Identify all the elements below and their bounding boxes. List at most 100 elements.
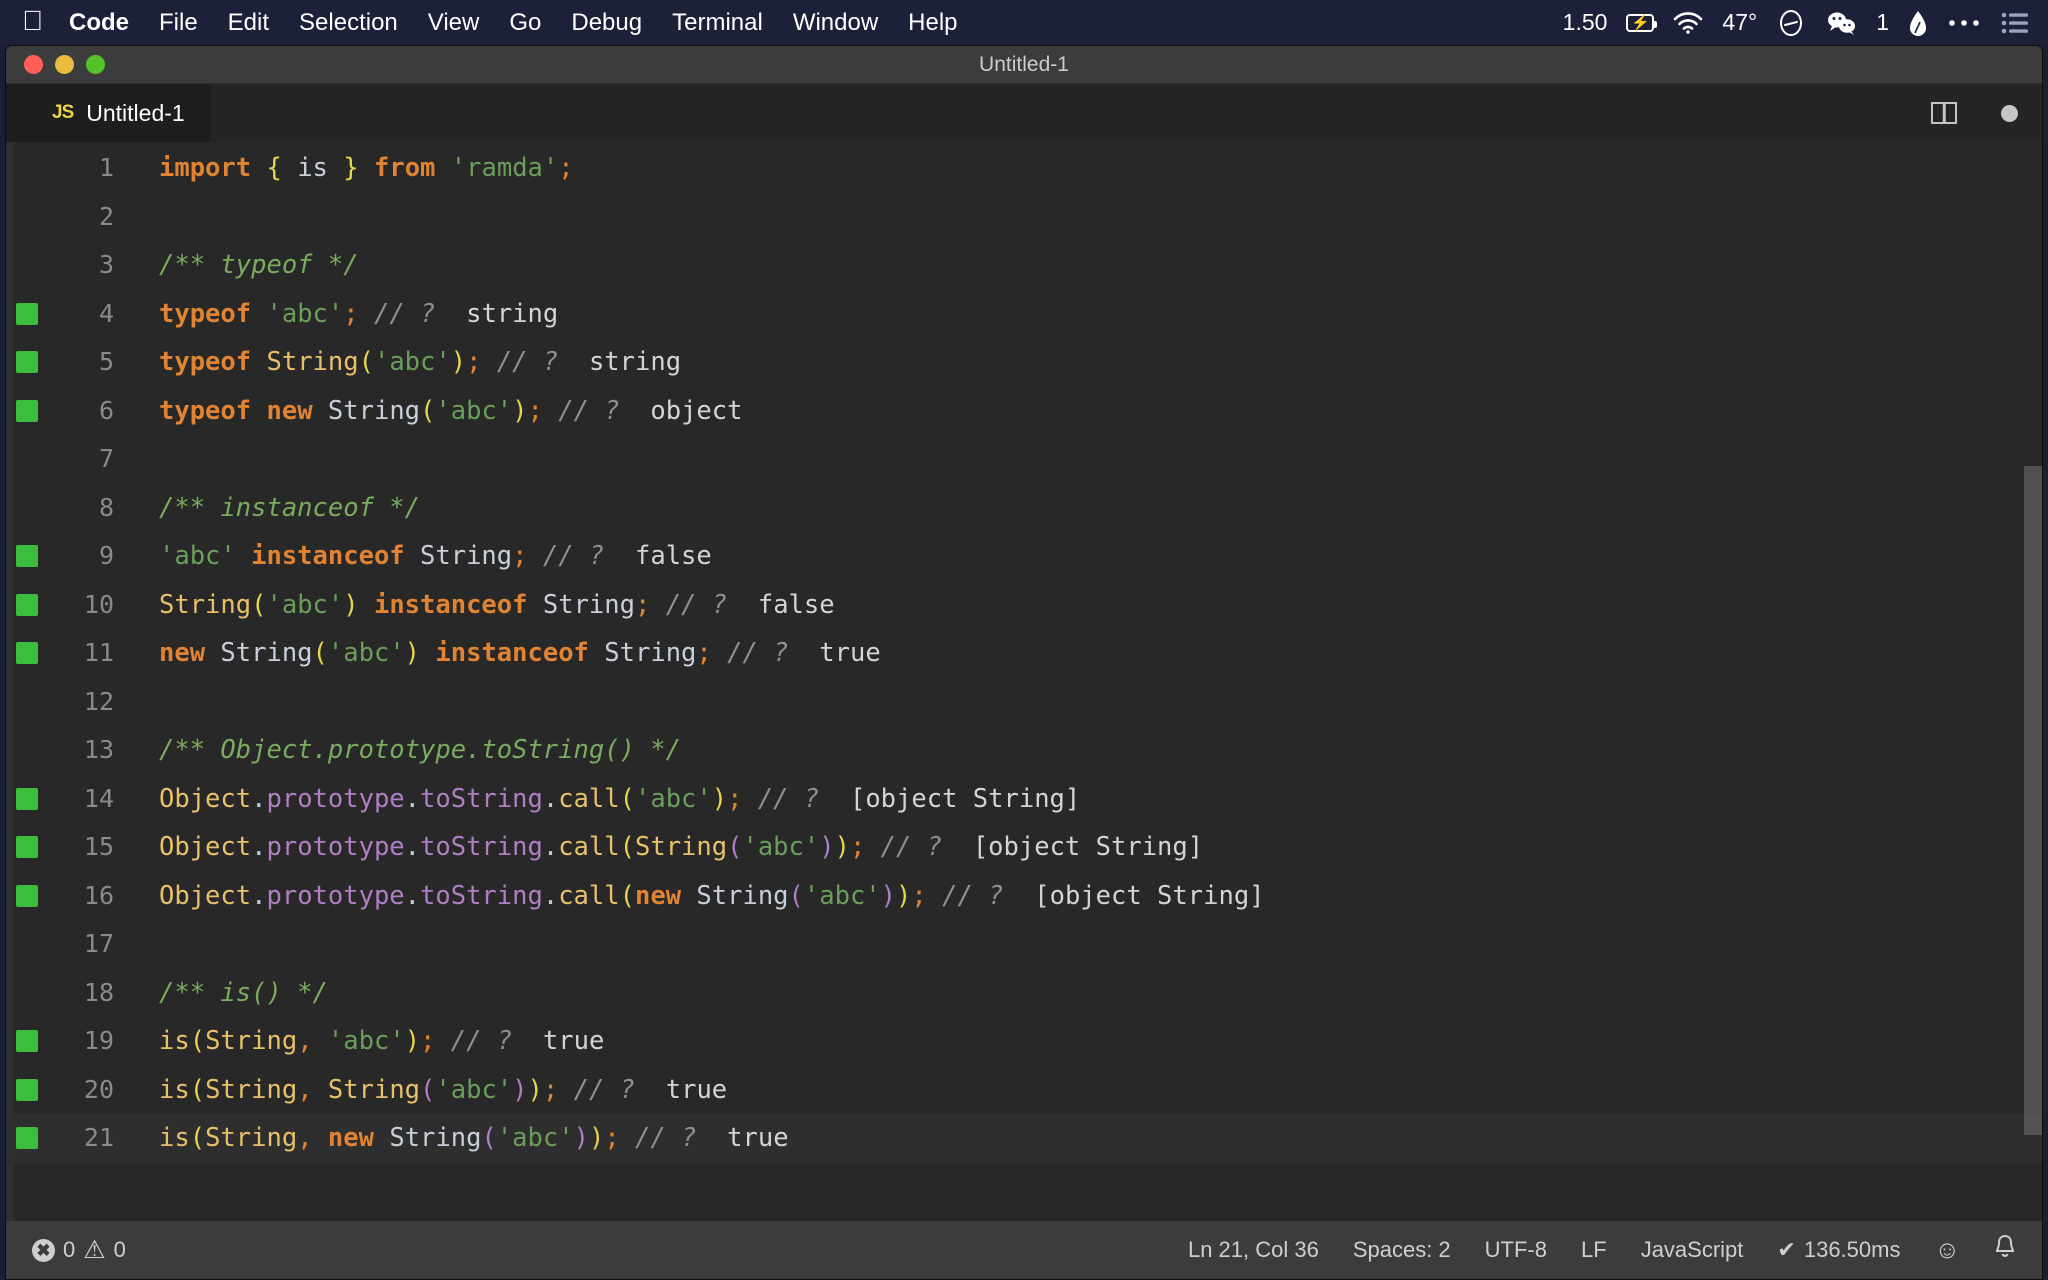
ellipsis-icon[interactable] [1947, 17, 1981, 29]
close-button[interactable] [24, 55, 43, 74]
feedback-smiley-icon[interactable]: ☺ [1934, 1236, 1960, 1265]
split-editor-icon[interactable] [1931, 102, 1957, 124]
tab-untitled-1[interactable]: JS Untitled-1 [6, 84, 212, 142]
code-token: is [159, 1075, 190, 1105]
code-line[interactable]: 3/** typeof */ [6, 241, 2042, 290]
code-line[interactable]: 12 [6, 678, 2042, 727]
control-center-icon[interactable] [2000, 11, 2030, 35]
code-token: /** instanceof */ [159, 493, 420, 523]
wechat-icon[interactable] [1825, 10, 1857, 36]
code-line[interactable]: 4typeof 'abc'; // ? string [6, 290, 2042, 339]
code-line[interactable]: 18/** is() */ [6, 969, 2042, 1018]
code-token: new [635, 881, 681, 911]
menu-item-file[interactable]: File [159, 9, 198, 37]
code-line[interactable]: 16Object.prototype.toString.call(new Str… [6, 872, 2042, 921]
line-number: 8 [48, 484, 128, 533]
code-line[interactable]: 2 [6, 193, 2042, 242]
drop-icon[interactable] [1908, 9, 1928, 37]
code-token: ) [819, 832, 834, 862]
code-line[interactable]: 14Object.prototype.toString.call('abc');… [6, 775, 2042, 824]
code-token [251, 347, 266, 377]
language-mode[interactable]: JavaScript [1641, 1237, 1744, 1263]
code-line[interactable]: 10String('abc') instanceof String; // ? … [6, 581, 2042, 630]
menu-item-selection[interactable]: Selection [299, 9, 398, 37]
code-token: ; [696, 638, 711, 668]
code-token: ; [727, 784, 742, 814]
editor-vertical-scrollbar[interactable] [2024, 466, 2042, 1135]
line-number: 13 [48, 726, 128, 775]
eol-setting[interactable]: LF [1581, 1237, 1607, 1263]
code-token: . [405, 881, 420, 911]
battery-charging-icon[interactable]: ⚡ [1626, 14, 1654, 32]
code-line[interactable]: 8 /** instanceof */ [6, 484, 2042, 533]
menu-item-code[interactable]: Code [69, 9, 129, 37]
code-token [696, 1123, 727, 1153]
code-token [328, 153, 343, 183]
code-line[interactable]: 11new String('abc') instanceof String; /… [6, 629, 2042, 678]
problems-indicator[interactable]: ✖ 0 ⚠ 0 [32, 1237, 126, 1263]
menu-item-go[interactable]: Go [509, 9, 541, 37]
maximize-button[interactable] [86, 55, 105, 74]
code-token: ) [343, 590, 358, 620]
macos-menu-bar:  Code File Edit Selection View Go Debug… [0, 0, 2048, 45]
code-token: ) [574, 1123, 589, 1153]
code-line[interactable]: 7 [6, 435, 2042, 484]
code-line[interactable]: 6typeof new String('abc'); // ? object [6, 387, 2042, 436]
line-number: 10 [48, 581, 128, 630]
code-line[interactable]: 13/** Object.prototype.toString() */ [6, 726, 2042, 775]
code-token: ( [620, 881, 635, 911]
code-token: ( [251, 590, 266, 620]
line-source: new String('abc') instanceof String; // … [128, 629, 2042, 678]
code-line[interactable]: 21is(String, new String('abc')); // ? tr… [6, 1114, 2042, 1163]
code-line[interactable]: 15Object.prototype.toString.call(String(… [6, 823, 2042, 872]
unsaved-dot-icon[interactable] [2001, 105, 2018, 122]
code-line[interactable]: 19is(String, 'abc'); // ? true [6, 1017, 2042, 1066]
line-source: Object.prototype.toString.call(String('a… [128, 823, 2042, 872]
wifi-icon[interactable] [1673, 12, 1703, 34]
time-tracker-icon[interactable] [1776, 8, 1806, 38]
code-token [205, 638, 220, 668]
line-source: import { is } from 'ramda'; [128, 144, 2042, 193]
cursor-position[interactable]: Ln 21, Col 36 [1188, 1237, 1319, 1263]
temperature-indicator[interactable]: 47° [1722, 9, 1757, 36]
code-token: String [604, 638, 696, 668]
code-line[interactable]: 1import { is } from 'ramda'; [6, 144, 2042, 193]
code-token: String [205, 1026, 297, 1056]
menu-item-help[interactable]: Help [908, 9, 957, 37]
code-token [528, 590, 543, 620]
code-token: ; [635, 590, 650, 620]
minimize-button[interactable] [55, 55, 74, 74]
encoding-setting[interactable]: UTF-8 [1485, 1237, 1547, 1263]
line-source: is(String, 'abc'); // ? true [128, 1017, 2042, 1066]
line-source: is(String, new String('abc')); // ? true [128, 1114, 2042, 1163]
notifications-bell-icon[interactable] [1994, 1234, 2016, 1266]
code-token [543, 396, 558, 426]
code-token: is [297, 153, 328, 183]
cpu-load-indicator[interactable]: 1.50 [1563, 9, 1608, 36]
code-token [313, 1075, 328, 1105]
code-line[interactable]: 20is(String, String('abc')); // ? true [6, 1066, 2042, 1115]
menu-item-edit[interactable]: Edit [228, 9, 269, 37]
line-source: is(String, String('abc')); // ? true [128, 1066, 2042, 1115]
code-line[interactable]: 5typeof String('abc'); // ? string [6, 338, 2042, 387]
menu-item-view[interactable]: View [428, 9, 480, 37]
code-token: . [543, 784, 558, 814]
quokka-status[interactable]: ✔ 136.50ms [1777, 1237, 1900, 1263]
code-token: object [650, 396, 742, 426]
code-token [420, 638, 435, 668]
code-line[interactable]: 17 [6, 920, 2042, 969]
line-number: 12 [48, 678, 128, 727]
code-line[interactable]: 9'abc' instanceof String; // ? false [6, 532, 2042, 581]
apple-menu-icon[interactable]:  [22, 7, 43, 35]
code-token: ) [405, 638, 420, 668]
menu-item-window[interactable]: Window [793, 9, 878, 37]
line-source: /** instanceof */ [128, 484, 2042, 533]
code-editor[interactable]: 1import { is } from 'ramda';23/** typeof… [6, 142, 2042, 1221]
menu-item-terminal[interactable]: Terminal [672, 9, 763, 37]
indentation-setting[interactable]: Spaces: 2 [1353, 1237, 1451, 1263]
code-token: 'abc' [374, 347, 451, 377]
menu-item-debug[interactable]: Debug [571, 9, 642, 37]
code-token [251, 153, 266, 183]
menu-bar-status-area: 1.50 ⚡ 47° [1563, 0, 2030, 45]
code-token: ( [789, 881, 804, 911]
